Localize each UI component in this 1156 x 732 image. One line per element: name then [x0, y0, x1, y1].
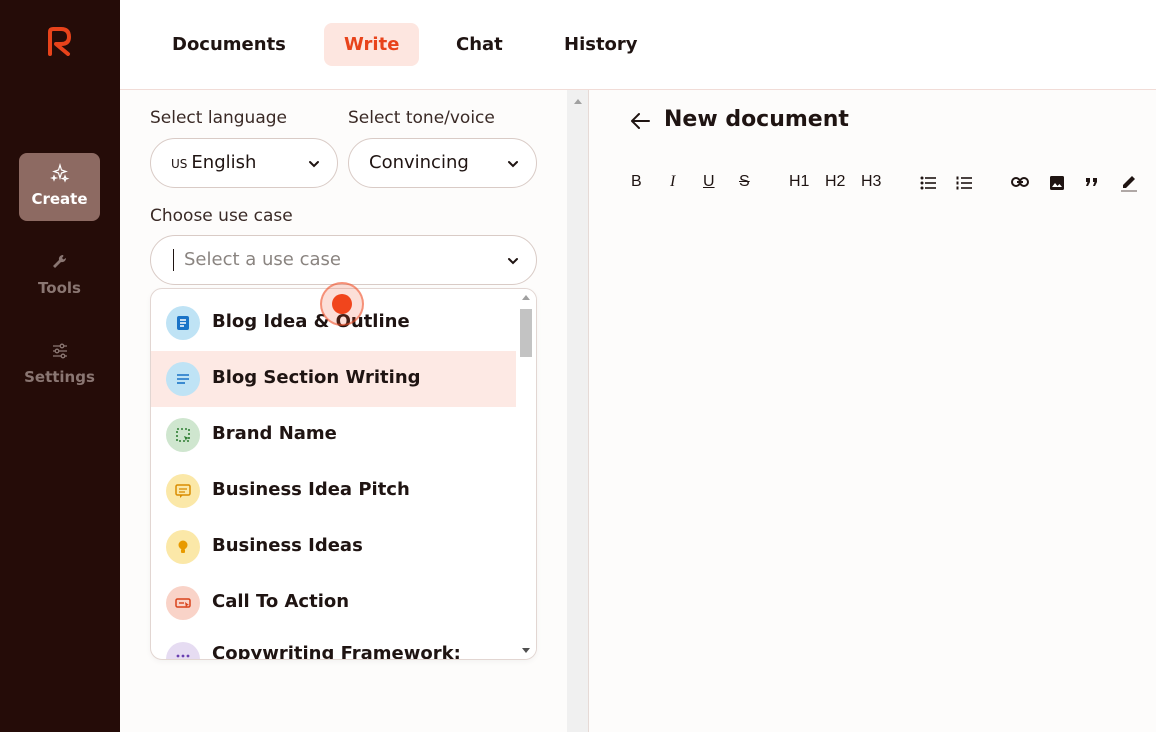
usecase-option-label: Blog Idea & Outline: [212, 311, 410, 332]
usecase-option-label: Business Idea Pitch: [212, 479, 410, 500]
cta-icon: [166, 586, 200, 620]
strikethrough-button[interactable]: S: [739, 172, 750, 192]
italic-button[interactable]: I: [670, 172, 675, 192]
sidebar: Create Tools Settings: [0, 0, 120, 732]
document-icon: [166, 306, 200, 340]
bold-button[interactable]: B: [631, 172, 642, 192]
usecase-select[interactable]: Select a use case: [150, 235, 537, 285]
usecase-option[interactable]: Business Ideas: [151, 519, 517, 575]
usecase-option-label: Blog Section Writing: [212, 367, 421, 388]
tab-write[interactable]: Write: [324, 23, 420, 66]
tab-documents[interactable]: Documents: [152, 23, 306, 66]
usecase-option[interactable]: Business Idea Pitch: [151, 463, 517, 519]
usecase-placeholder: Select a use case: [184, 249, 341, 270]
language-flag: US: [171, 157, 188, 171]
scroll-up-arrow-icon[interactable]: [573, 97, 583, 105]
tab-chat[interactable]: Chat: [436, 23, 523, 66]
numbered-list-icon[interactable]: [956, 176, 972, 190]
bullet-list-icon[interactable]: [920, 176, 936, 190]
dropdown-scroll-thumb[interactable]: [520, 309, 532, 357]
arrow-left-icon[interactable]: [629, 111, 651, 131]
grid-icon: [166, 642, 200, 659]
usecase-option-label: Brand Name: [212, 423, 337, 444]
tone-label: Select tone/voice: [348, 108, 495, 128]
quote-icon[interactable]: [1085, 177, 1099, 187]
sidebar-item-label: Create: [31, 190, 88, 208]
chevron-down-icon: [508, 161, 518, 168]
app-logo[interactable]: [46, 26, 74, 56]
cursor-indicator: [320, 282, 364, 326]
heading3-button[interactable]: H3: [861, 172, 881, 192]
usecase-label: Choose use case: [150, 206, 293, 226]
sidebar-item-tools[interactable]: Tools: [19, 242, 100, 310]
heading2-button[interactable]: H2: [825, 172, 845, 192]
document-title[interactable]: New document: [664, 107, 849, 132]
usecase-option-label: Call To Action: [212, 591, 350, 612]
heading1-button[interactable]: H1: [789, 172, 809, 192]
scroll-up-arrow-icon[interactable]: [521, 293, 531, 301]
usecase-option[interactable]: Copywriting Framework:: [151, 631, 517, 660]
dropdown-scrollbar[interactable]: [516, 289, 536, 659]
chat-icon: [166, 474, 200, 508]
tone-select[interactable]: Convincing: [348, 138, 537, 188]
usecase-option[interactable]: Call To Action: [151, 575, 517, 631]
top-nav: Documents Write Chat History: [120, 0, 1156, 90]
image-icon[interactable]: [1049, 175, 1065, 191]
language-select[interactable]: US English: [150, 138, 338, 188]
link-icon[interactable]: [1011, 176, 1029, 188]
usecase-option-label: Copywriting Framework:: [212, 643, 461, 660]
sidebar-item-create[interactable]: Create: [19, 153, 100, 221]
text-caret: [173, 249, 174, 271]
lines-icon: [166, 362, 200, 396]
sidebar-item-label: Tools: [38, 279, 81, 297]
usecase-dropdown[interactable]: Blog Idea & Outline Blog Section Writing…: [150, 288, 537, 660]
pen-icon[interactable]: [1120, 172, 1138, 192]
wrench-icon: [19, 252, 100, 272]
sparkles-icon: [19, 163, 100, 183]
underline-button[interactable]: U: [703, 172, 715, 192]
language-value: English: [191, 152, 257, 173]
usecase-option[interactable]: Brand Name: [151, 407, 517, 463]
chevron-down-icon: [309, 161, 319, 168]
language-label: Select language: [150, 108, 287, 128]
usecase-option-label: Business Ideas: [212, 535, 363, 556]
selection-icon: [166, 418, 200, 452]
bulb-icon: [166, 530, 200, 564]
document-editor: New document B I U S H1 H2 H3: [589, 90, 1156, 732]
tab-history[interactable]: History: [544, 23, 658, 66]
usecase-option[interactable]: Blog Section Writing: [151, 351, 517, 407]
panel-scrollbar[interactable]: [567, 90, 589, 732]
sidebar-item-label: Settings: [24, 368, 95, 386]
sliders-icon: [19, 341, 100, 361]
tone-value: Convincing: [369, 152, 469, 173]
write-form-panel: Select language Select tone/voice US Engl…: [120, 90, 567, 732]
sidebar-item-settings[interactable]: Settings: [19, 331, 100, 399]
scroll-down-arrow-icon[interactable]: [521, 647, 531, 655]
chevron-down-icon: [508, 258, 518, 265]
